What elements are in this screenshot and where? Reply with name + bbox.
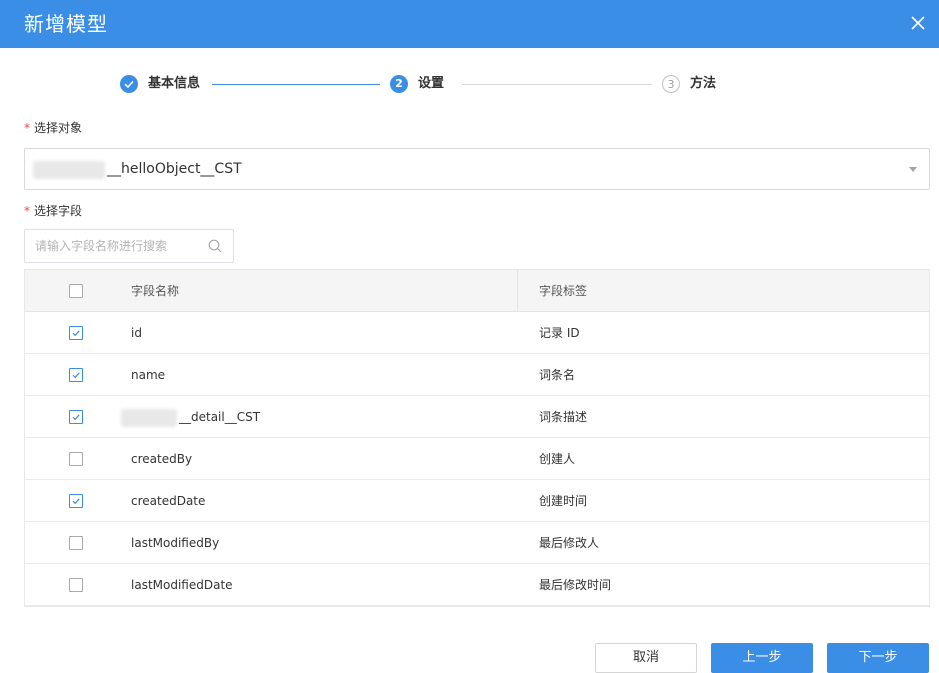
field-name: id	[131, 326, 142, 340]
object-select[interactable]: __helloObject__CST	[24, 148, 930, 190]
redacted-prefix	[33, 161, 105, 179]
table-row[interactable]: id 记录 ID	[25, 312, 929, 354]
step-connector-1	[212, 84, 380, 85]
object-field-label: * 选择对象	[24, 119, 82, 137]
close-icon[interactable]	[905, 10, 931, 36]
fields-table: 字段名称 字段标签 id 记录 ID name 词条名 __detail__CS…	[24, 269, 930, 607]
table-row[interactable]: lastModifiedBy 最后修改人	[25, 522, 929, 564]
column-header-label: 字段标签	[539, 284, 588, 298]
row-checkbox[interactable]	[69, 536, 83, 550]
object-select-value: __helloObject__CST	[107, 161, 242, 177]
step-connector-2	[462, 84, 652, 85]
redacted-prefix	[121, 409, 177, 427]
step-2-label: 设置	[418, 76, 445, 91]
field-label: 最后修改时间	[539, 578, 612, 592]
field-name: lastModifiedDate	[131, 578, 233, 592]
field-label: 创建时间	[539, 494, 588, 508]
field-label: 词条描述	[539, 410, 588, 424]
row-checkbox[interactable]	[69, 410, 83, 424]
field-label: 词条名	[539, 368, 576, 382]
row-checkbox[interactable]	[69, 578, 83, 592]
fields-field-label: * 选择字段	[24, 202, 82, 220]
dialog-title: 新增模型	[24, 12, 108, 36]
field-name: __detail__CST	[179, 410, 261, 424]
table-row[interactable]: createdBy 创建人	[25, 438, 929, 480]
dialog-header: 新增模型	[0, 0, 939, 48]
search-icon[interactable]	[207, 238, 223, 254]
step-3-number-icon: 3	[662, 75, 680, 93]
step-indicator: 基本信息 2 设置 3 方法	[0, 72, 939, 96]
field-name: name	[131, 368, 166, 382]
table-header: 字段名称 字段标签	[25, 270, 929, 312]
next-step-button[interactable]: 下一步	[827, 643, 929, 673]
field-label: 创建人	[539, 452, 576, 466]
field-name: createdBy	[131, 452, 193, 466]
select-all-checkbox[interactable]	[69, 284, 83, 298]
object-label-text: 选择对象	[34, 121, 83, 135]
step-1-label: 基本信息	[148, 76, 201, 91]
table-row[interactable]: name 词条名	[25, 354, 929, 396]
field-search-input[interactable]	[35, 230, 205, 262]
row-checkbox[interactable]	[69, 326, 83, 340]
field-label: 最后修改人	[539, 536, 600, 550]
cancel-button[interactable]: 取消	[595, 643, 697, 673]
table-row[interactable]: __detail__CST 词条描述	[25, 396, 929, 438]
step-1-check-icon	[120, 75, 138, 93]
table-row[interactable]: createdDate 创建时间	[25, 480, 929, 522]
required-mark: *	[24, 204, 30, 218]
row-checkbox[interactable]	[69, 494, 83, 508]
table-row[interactable]: lastModifiedDate 最后修改时间	[25, 564, 929, 606]
field-search-box	[24, 229, 234, 263]
field-name: createdDate	[131, 494, 206, 508]
previous-step-button[interactable]: 上一步	[711, 643, 813, 673]
required-mark: *	[24, 121, 30, 135]
field-label: 记录 ID	[539, 326, 580, 340]
step-3-label: 方法	[690, 76, 717, 91]
row-checkbox[interactable]	[69, 452, 83, 466]
fields-label-text: 选择字段	[34, 204, 83, 218]
column-divider	[517, 270, 518, 312]
row-checkbox[interactable]	[69, 368, 83, 382]
column-header-name: 字段名称	[131, 284, 180, 298]
field-name: lastModifiedBy	[131, 536, 220, 550]
step-2-number-icon: 2	[390, 75, 408, 93]
caret-down-icon	[909, 167, 917, 172]
